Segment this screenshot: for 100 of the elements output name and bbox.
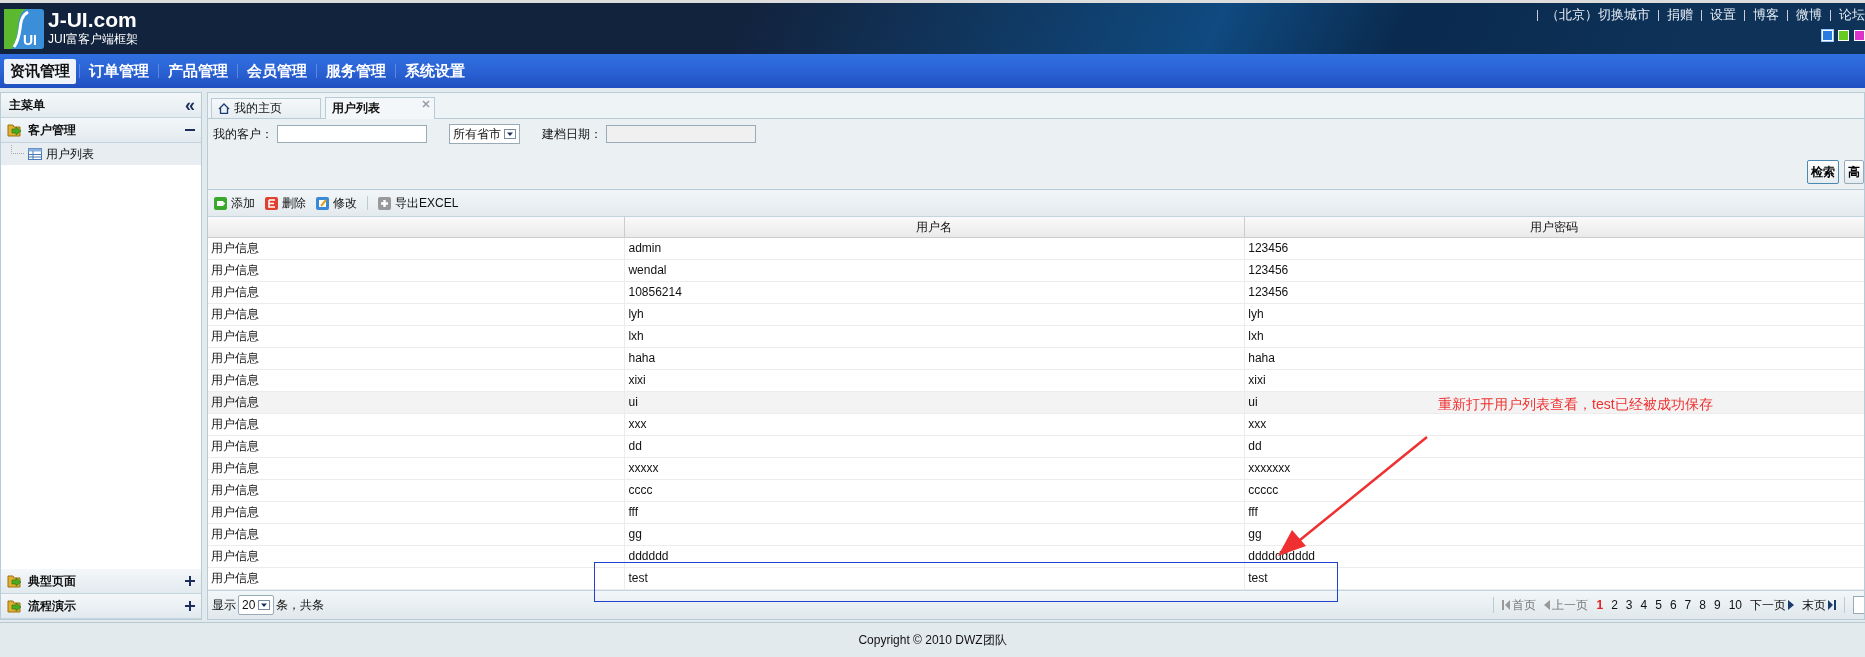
table-row[interactable]: 用户信息 admin 123456 <box>208 238 1864 260</box>
page-size-select[interactable]: 20 <box>238 595 275 615</box>
dropdown-icon <box>258 600 271 610</box>
table-row[interactable]: 用户信息 xxxxx xxxxxxx <box>208 458 1864 480</box>
first-page-icon <box>1502 600 1511 610</box>
table-cell: lyh <box>1248 307 1264 321</box>
next-page-button[interactable]: 下一页 <box>1750 596 1794 614</box>
table-cell: 用户信息 <box>211 527 259 541</box>
table-cell: ui <box>628 395 638 409</box>
table-row[interactable]: 用户信息 lxh lxh <box>208 326 1864 348</box>
toolbar-button[interactable]: 删除 <box>265 194 306 212</box>
page-number[interactable]: 1 <box>1596 598 1604 612</box>
annotation-text: 重新打开用户列表查看，test已经被成功保存 <box>1438 396 1713 414</box>
table-cell: 用户信息 <box>211 241 259 255</box>
theme-swatch[interactable] <box>1838 30 1849 41</box>
table-cell: 用户信息 <box>211 373 259 387</box>
table-row[interactable]: 用户信息 wendal 123456 <box>208 260 1864 282</box>
page-number[interactable]: 9 <box>1713 598 1721 612</box>
nav-tab[interactable]: 订单管理 <box>83 58 155 84</box>
field-label: 我的客户： <box>213 125 273 143</box>
header-link[interactable]: 设置 <box>1710 7 1736 24</box>
table-icon <box>28 148 42 160</box>
page-number[interactable]: 6 <box>1669 598 1677 612</box>
export-icon <box>378 196 391 210</box>
table-cell: dd <box>628 439 642 453</box>
table-cell: dddddd <box>628 549 669 563</box>
page-number[interactable]: 7 <box>1684 598 1692 612</box>
theme-swatch[interactable] <box>1822 30 1833 41</box>
last-page-button[interactable]: 末页 <box>1802 596 1836 614</box>
page-tab[interactable]: 用户列表 <box>325 97 435 119</box>
advanced-button[interactable]: 高 <box>1844 160 1864 184</box>
table-row[interactable]: 用户信息 dd dd <box>208 436 1864 458</box>
date-input[interactable] <box>606 125 756 143</box>
nav-tab[interactable]: 产品管理 <box>162 58 234 84</box>
page-tab[interactable]: 我的主页 <box>211 98 321 118</box>
table-cell: 用户信息 <box>211 549 259 563</box>
table-row[interactable]: 用户信息 fff fff <box>208 502 1864 524</box>
table-cell: gg <box>1248 527 1262 541</box>
province-select[interactable]: 所有省市 <box>449 124 520 144</box>
nav-tab[interactable]: 资讯管理 <box>4 58 76 84</box>
theme-swatch[interactable] <box>1854 30 1865 41</box>
folder-arrow-icon <box>7 574 23 588</box>
header-link[interactable]: 捐赠 <box>1667 7 1693 24</box>
table-row[interactable]: 用户信息 dddddd dddddddddd <box>208 546 1864 568</box>
table-cell: 用户信息 <box>211 263 259 277</box>
table-row[interactable]: 用户信息 xxx xxx <box>208 414 1864 436</box>
toolbar-button[interactable]: 修改 <box>316 194 357 212</box>
logo-icon: UI <box>4 8 44 49</box>
table-cell: 用户信息 <box>211 395 259 409</box>
table-cell: 123456 <box>1248 263 1289 277</box>
table-cell: test <box>1248 571 1268 585</box>
header-link[interactable]: 论坛 <box>1839 7 1865 24</box>
field-label: 建档日期： <box>542 125 602 143</box>
accordion-header[interactable]: 典型页面 <box>1 569 201 594</box>
table-cell: 用户信息 <box>211 483 259 497</box>
table-row[interactable]: 用户信息 10856214 123456 <box>208 282 1864 304</box>
table-cell: lyh <box>628 307 644 321</box>
nav-tab[interactable]: 系统设置 <box>399 58 471 84</box>
page-number[interactable]: 4 <box>1640 598 1648 612</box>
table-cell: 10856214 <box>628 285 682 299</box>
last-page-icon <box>1828 600 1836 610</box>
table-row[interactable]: 用户信息 lyh lyh <box>208 304 1864 326</box>
header-link[interactable]: 微博 <box>1796 7 1822 24</box>
page-number[interactable]: 2 <box>1611 598 1618 612</box>
header-link[interactable]: （北京）切换城市 <box>1546 7 1650 24</box>
table-cell: 用户信息 <box>211 571 259 585</box>
table-cell: cccc <box>628 483 653 497</box>
page-number[interactable]: 8 <box>1699 598 1706 612</box>
header-link[interactable]: 博客 <box>1753 7 1779 24</box>
column-header[interactable]: 用户名 <box>623 217 1244 237</box>
expand-icon <box>185 576 195 586</box>
table-cell: 用户信息 <box>211 329 259 343</box>
table-cell: 用户信息 <box>211 461 259 475</box>
logo-title: J-UI.com <box>48 9 138 31</box>
nav-tab[interactable]: 服务管理 <box>320 58 392 84</box>
first-page-button[interactable]: 首页 <box>1502 596 1537 614</box>
column-header[interactable]: 用户密码 <box>1243 217 1864 237</box>
customer-input[interactable] <box>277 125 427 143</box>
nav-tab[interactable]: 会员管理 <box>241 58 313 84</box>
table-cell: 用户信息 <box>211 285 259 299</box>
page-number[interactable]: 10 <box>1728 598 1742 612</box>
folder-arrow-icon <box>7 599 23 613</box>
add-icon <box>214 196 227 210</box>
table-row[interactable]: 用户信息 haha haha <box>208 348 1864 370</box>
page-input[interactable] <box>1853 596 1864 614</box>
page-number[interactable]: 5 <box>1655 598 1662 612</box>
search-button[interactable]: 检索 <box>1807 160 1839 184</box>
page-number[interactable]: 3 <box>1625 598 1633 612</box>
table-row[interactable]: 用户信息 cccc ccccc <box>208 480 1864 502</box>
table-cell: ui <box>1248 395 1258 409</box>
table-cell: 用户信息 <box>211 351 259 365</box>
accordion-header[interactable]: 流程演示 <box>1 594 201 619</box>
close-icon[interactable] <box>422 100 430 108</box>
collapse-button[interactable]: « <box>185 97 195 113</box>
toolbar-button[interactable]: 导出EXCEL <box>378 194 459 212</box>
accordion-header[interactable]: 客户管理 <box>1 118 201 143</box>
copyright-text: Copyright © 2010 DWZ团队 <box>0 622 1865 657</box>
tree-item[interactable]: 用户列表 <box>1 143 201 165</box>
toolbar-button[interactable]: 添加 <box>214 194 255 212</box>
previous-page-button[interactable]: 上一页 <box>1544 596 1589 614</box>
